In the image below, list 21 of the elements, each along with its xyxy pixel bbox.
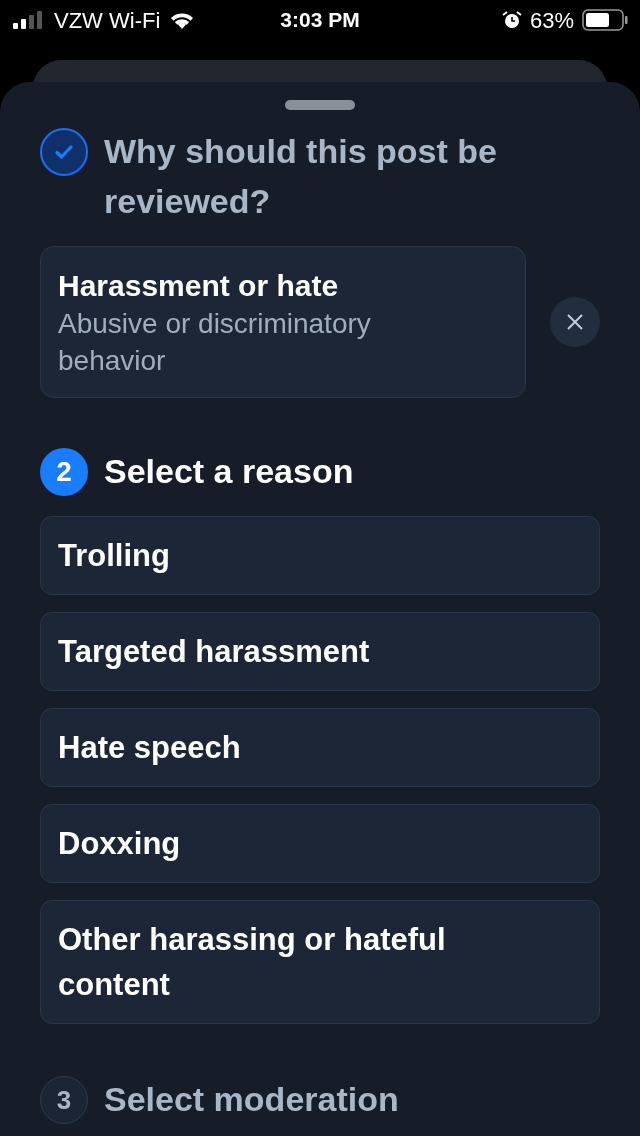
alarm-icon (501, 10, 522, 30)
selected-category-card[interactable]: Harassment or hate Abusive or discriminatory behavior (40, 246, 526, 398)
step-number: 3 (40, 1076, 88, 1124)
step-number: 2 (40, 448, 88, 496)
close-icon (566, 313, 584, 331)
battery-icon (582, 9, 628, 31)
step-title: Why should this post be reviewed? (104, 131, 498, 222)
category-description: Abusive or discriminatory behavior (58, 307, 372, 378)
battery-percent: 63% (529, 6, 574, 35)
reason-option[interactable]: Other harassing or hateful content (40, 900, 600, 1024)
reason-option[interactable]: Targeted harassment (40, 612, 600, 691)
category-title: Harassment or hate (58, 268, 340, 304)
close-button[interactable] (550, 297, 600, 347)
step-title: Select moderation (104, 1079, 399, 1120)
reason-option[interactable]: Trolling (40, 516, 600, 595)
reason-option[interactable]: Hate speech (40, 708, 600, 787)
carrier-label: VZW Wi-Fi (54, 6, 161, 35)
reason-option[interactable]: Doxxing (40, 804, 600, 883)
clock-time: 3:03 PM (280, 7, 360, 34)
drag-handle[interactable] (285, 100, 355, 110)
step-title: Select a reason (104, 451, 354, 492)
